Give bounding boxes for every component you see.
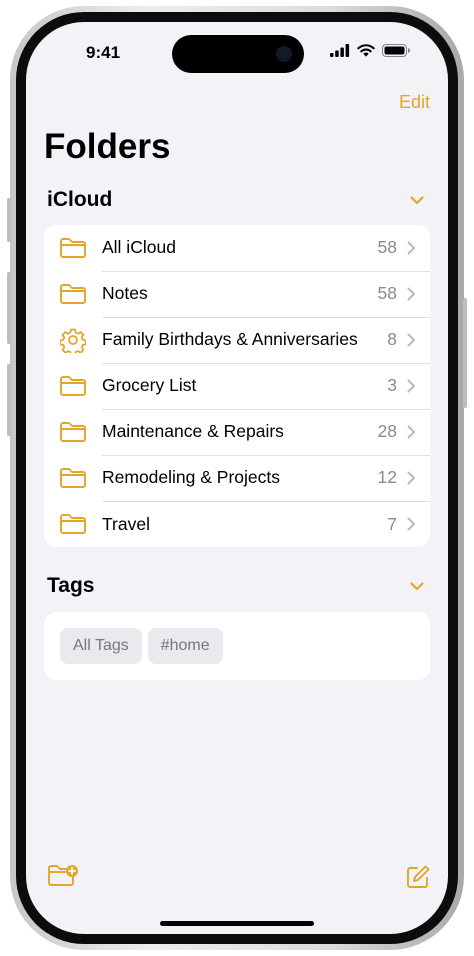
folder-row-travel[interactable]: Travel 7 — [44, 501, 430, 547]
folder-row-remodeling-projects[interactable]: Remodeling & Projects 12 — [44, 455, 430, 502]
folder-count: 58 — [377, 237, 397, 257]
chevron-right-icon — [407, 517, 415, 531]
folder-count: 8 — [387, 329, 397, 349]
folder-icon — [60, 376, 86, 396]
folder-row-all-icloud[interactable]: All iCloud 58 — [44, 225, 430, 272]
folder-count: 7 — [387, 513, 397, 534]
folder-label: Notes — [102, 283, 148, 303]
icloud-folder-list: All iCloud 58 Notes 58 Family Birthdays & … — [44, 225, 430, 547]
page-title: Folders — [44, 127, 171, 166]
folder-icon — [60, 468, 86, 488]
folder-count: 58 — [377, 283, 397, 303]
chevron-right-icon — [407, 241, 415, 254]
status-time: 9:41 — [86, 43, 121, 62]
new-folder-icon[interactable] — [47, 864, 79, 888]
icloud-section-header[interactable]: iCloud — [47, 188, 426, 212]
volume-up-button — [7, 272, 11, 344]
cellular-signal-icon — [330, 44, 350, 57]
front-camera — [276, 46, 292, 62]
folder-label: Family Birthdays & Anniversaries — [102, 329, 358, 349]
folder-label: Maintenance & Repairs — [102, 421, 284, 441]
folder-label: All iCloud — [102, 237, 176, 257]
folder-icon — [60, 238, 86, 258]
chevron-right-icon — [407, 287, 415, 300]
folder-count: 3 — [387, 375, 397, 395]
action-button — [7, 198, 11, 242]
folder-icon — [60, 422, 86, 442]
chevron-right-icon — [407, 333, 415, 346]
chevron-down-icon[interactable] — [408, 191, 426, 209]
volume-down-button — [7, 364, 11, 436]
folder-count: 28 — [377, 421, 397, 441]
tags-section-header[interactable]: Tags — [47, 574, 426, 598]
folder-count: 12 — [377, 467, 397, 487]
edit-button[interactable]: Edit — [399, 92, 430, 113]
chevron-right-icon — [407, 471, 415, 484]
folder-row-maintenance-repairs[interactable]: Maintenance & Repairs 28 — [44, 409, 430, 456]
chevron-right-icon — [407, 425, 415, 438]
chevron-down-icon[interactable] — [408, 577, 426, 595]
side-button — [463, 298, 467, 408]
tag-home[interactable]: #home — [147, 628, 223, 664]
screen: 9:41 Edit Folders iCloud All iCloud 58 N… — [26, 22, 448, 934]
folder-row-family-birthdays[interactable]: Family Birthdays & Anniversaries 8 — [44, 317, 430, 364]
status-icons — [330, 44, 410, 57]
folder-label: Travel — [102, 513, 150, 534]
dynamic-island — [172, 35, 304, 73]
battery-icon — [382, 44, 410, 57]
wifi-icon — [357, 44, 375, 57]
folder-label: Remodeling & Projects — [102, 467, 280, 487]
home-indicator[interactable] — [160, 921, 314, 926]
folder-icon — [60, 284, 86, 304]
icloud-section-title: iCloud — [47, 188, 113, 211]
folder-icon — [60, 514, 86, 534]
tag-all-tags[interactable]: All Tags — [60, 628, 142, 664]
chevron-right-icon — [407, 379, 415, 392]
folder-row-grocery-list[interactable]: Grocery List 3 — [44, 363, 430, 410]
tags-section-title: Tags — [47, 574, 95, 597]
compose-icon[interactable] — [405, 864, 431, 890]
folder-label: Grocery List — [102, 375, 197, 395]
tags-card: All Tags #home — [44, 612, 430, 680]
gear-icon — [60, 328, 86, 353]
folder-row-notes[interactable]: Notes 58 — [44, 271, 430, 318]
